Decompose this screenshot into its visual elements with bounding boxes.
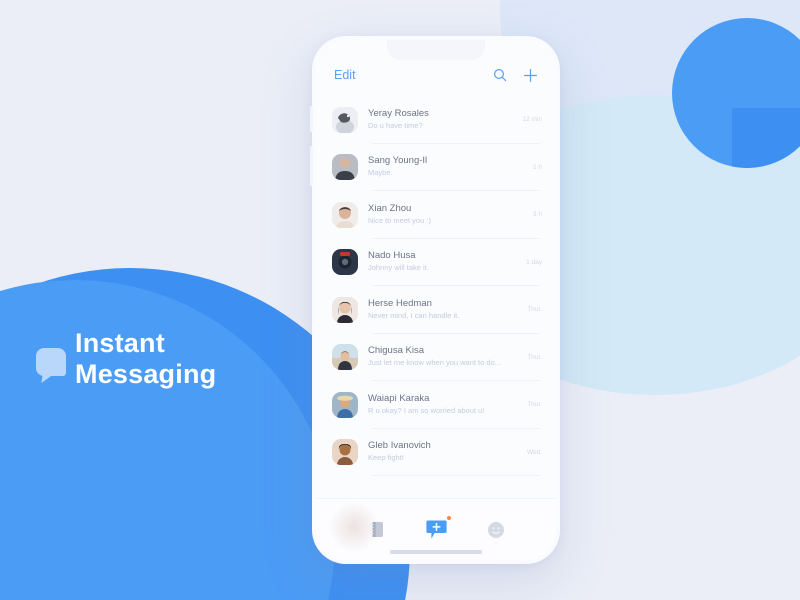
smiley-face-icon [488,521,504,538]
chat-preview: Maybe. [368,168,393,178]
chat-preview: R u okay? I am so worried about u! [368,405,485,415]
chat-list-item[interactable]: Waiapi Karaka R u okay? I am so worried … [316,381,556,429]
chat-name: Herse Hedman [368,297,432,309]
brand-title-line2: Messaging [75,359,217,390]
chat-timestamp: 1 day [526,258,542,266]
tab-new-message[interactable] [419,513,453,547]
chat-list-item[interactable]: Chigusa Kisa Just let me know when you w… [316,334,556,381]
chat-name: Yeray Rosales [368,107,429,119]
phone-screen: Edit Yeray Rosales Do u have time? 12 mi… [316,40,556,560]
chat-list[interactable]: Yeray Rosales Do u have time? 12 min San… [316,96,556,498]
chat-text: Chigusa Kisa Just let me know when you w… [368,345,517,369]
chat-timestamp: Thur. [527,401,542,409]
chat-preview: Nice to meet you :) [368,215,431,225]
brand-title: Instant Messaging [75,328,216,391]
phone-mockup: Edit Yeray Rosales Do u have time? 12 mi… [310,36,560,564]
avatar [332,249,358,276]
tab-contacts[interactable] [359,513,393,547]
chat-list-item[interactable]: Yeray Rosales Do u have time? 12 min [316,96,556,144]
contacts-book-icon [369,522,383,537]
phone-side-button-volume[interactable] [310,146,313,186]
phone-notch [387,40,485,60]
chat-preview: Just let me know when you want to do... [368,358,501,368]
chat-timestamp: 3 h [532,211,542,219]
home-indicator [390,550,482,554]
avatar [332,439,358,466]
chat-text: Xian Zhou Nice to meet you :) [368,203,523,227]
chat-name: Nado Husa [368,250,416,262]
chat-preview: Do u have time? [368,120,423,130]
phone-side-button-mute[interactable] [310,106,313,132]
tab-emoji[interactable] [479,513,513,547]
chat-list-item[interactable]: Sang Young-Il Maybe. 1 h [316,144,556,191]
edit-button[interactable]: Edit [334,68,356,82]
chat-text: Sang Young-Il Maybe. [368,155,523,179]
avatar [332,154,358,181]
chat-name: Gleb Ivanovich [368,440,431,452]
chat-preview: Never mind, I can handle it. [368,310,460,320]
plus-icon[interactable] [523,68,538,83]
chat-name: Xian Zhou [368,202,412,214]
chat-preview: Johnny will take it. [368,263,429,273]
avatar [332,106,358,133]
chat-list-item[interactable]: Herse Hedman Never mind, I can handle it… [316,286,556,334]
chat-list-item[interactable]: Xian Zhou Nice to meet you :) 3 h [316,191,556,239]
avatar [332,296,358,323]
avatar [332,344,358,371]
chat-timestamp: Thur. [527,353,542,361]
avatar [332,391,358,418]
chat-text: Nado Husa Johnny will take it. [368,250,516,274]
chat-timestamp: 12 min [522,116,542,124]
avatar [332,201,358,228]
chat-text: Herse Hedman Never mind, I can handle it… [368,298,517,322]
chat-list-item[interactable]: Gleb Ivanovich Keep fight! Wed. [316,429,556,476]
chat-timestamp: 1 h [532,163,542,171]
chat-name: Sang Young-Il [368,155,428,167]
row-divider [372,475,540,476]
notification-badge [447,515,451,520]
chat-text: Yeray Rosales Do u have time? [368,108,512,132]
nav-actions [493,68,538,83]
brand-lockup: Instant Messaging [36,328,216,391]
brand-title-line1: Instant [75,328,165,358]
chat-timestamp: Thur. [527,306,542,314]
speech-bubble-icon [36,348,66,376]
chat-preview: Keep fight! [368,453,404,463]
chat-list-item[interactable]: Nado Husa Johnny will take it. 1 day [316,239,556,286]
chat-text: Gleb Ivanovich Keep fight! [368,440,517,464]
new-message-bubble-icon [425,519,447,540]
chat-text: Waiapi Karaka R u okay? I am so worried … [368,393,517,417]
chat-name: Chigusa Kisa [368,345,424,357]
search-icon[interactable] [493,68,507,82]
chat-name: Waiapi Karaka [368,392,430,404]
chat-timestamp: Wed. [526,448,542,456]
